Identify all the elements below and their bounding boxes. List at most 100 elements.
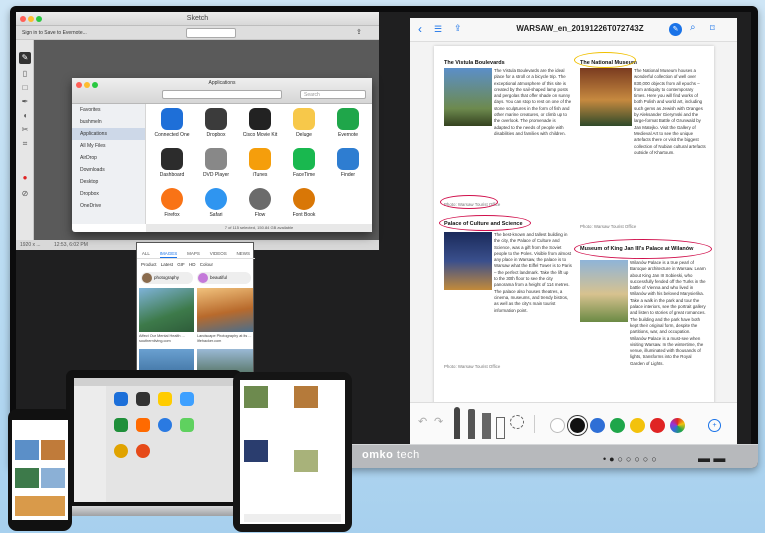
app-tile[interactable]: Cisco Movie Kit xyxy=(240,108,280,138)
ink-circle xyxy=(574,239,712,259)
search-filters[interactable]: Product Latest GIF HD Colour xyxy=(137,260,255,270)
app-icon xyxy=(249,148,271,170)
app-label: Firefox xyxy=(164,212,180,218)
ink-circle xyxy=(440,195,498,209)
app-tile[interactable]: Finder xyxy=(328,148,368,178)
evernote-signin-link[interactable]: Sign in to Save to Evernote... xyxy=(22,30,87,36)
bookmark-icon[interactable]: ⌑ xyxy=(710,23,715,34)
app-tile[interactable]: Dropbox xyxy=(196,108,236,138)
shape-tool-icon[interactable]: □ xyxy=(19,82,31,94)
app-tile[interactable]: iTunes xyxy=(240,148,280,178)
finder-sidebar-item[interactable]: bushmeln xyxy=(72,116,145,128)
color-swatch[interactable] xyxy=(590,418,605,433)
app-label: Dashboard xyxy=(159,172,185,178)
pencil-tool-icon[interactable]: ✎ xyxy=(19,52,31,64)
color-swatch[interactable] xyxy=(610,418,625,433)
chip-beautiful[interactable]: beautiful xyxy=(197,272,251,284)
app-tile[interactable]: Firefox xyxy=(152,188,192,218)
app-label: Font Book xyxy=(292,212,316,218)
image-result[interactable] xyxy=(197,288,253,332)
tab-images[interactable]: IMAGES xyxy=(159,249,178,258)
laptop-screen xyxy=(74,378,234,502)
share-icon[interactable]: ⇪ xyxy=(356,28,362,36)
eraser-icon[interactable] xyxy=(496,417,505,439)
close-icon[interactable] xyxy=(20,16,26,22)
audio-tool-icon[interactable]: ◖ xyxy=(19,110,31,122)
finder-search-input[interactable]: Search xyxy=(300,90,366,99)
drawing-tools-sidebar: ✎ ▯ □ ✒ ◖ ✂ ⌗ ● ⊘ xyxy=(16,40,34,250)
app-tile[interactable]: Font Book xyxy=(284,188,324,218)
photo-credit: Photo: Warsaw Tourist Office xyxy=(444,364,501,369)
app-label: Dropbox xyxy=(206,132,226,138)
annotation-toolbar: ↶ ↷ + xyxy=(410,402,737,444)
ink-circle-yellow xyxy=(574,52,636,68)
search-icon[interactable]: ⌕ xyxy=(690,22,696,33)
share-icon[interactable]: ⇪ xyxy=(454,23,462,34)
color-swatch[interactable] xyxy=(630,418,645,433)
color-swatch[interactable] xyxy=(650,418,665,433)
app-tile[interactable]: Connected One xyxy=(152,108,192,138)
more-icon[interactable]: + xyxy=(708,419,721,432)
tab-news[interactable]: NEWS xyxy=(237,249,251,258)
pen-tool-icon[interactable]: ✒ xyxy=(19,96,31,108)
back-icon[interactable]: ‹ xyxy=(418,22,422,36)
phone-image-result xyxy=(15,440,39,460)
finder-sidebar-item[interactable]: OneDrive xyxy=(72,200,145,212)
app-icon xyxy=(337,148,359,170)
finder-sidebar-item[interactable]: Downloads xyxy=(72,164,145,176)
app-tile[interactable]: Evernote xyxy=(328,108,368,138)
finder-sidebar-item[interactable]: AirDrop xyxy=(72,152,145,164)
app-label: Cisco Movie Kit xyxy=(242,132,278,138)
color-wheel-icon[interactable] xyxy=(670,418,685,433)
markup-icon[interactable]: ✎ xyxy=(669,23,682,36)
tab-maps[interactable]: MAPS xyxy=(187,249,200,258)
crop-icon[interactable]: ⌗ xyxy=(19,138,31,150)
app-tile[interactable]: FaceTime xyxy=(284,148,324,178)
app-tile[interactable]: Deluge xyxy=(284,108,324,138)
laptop-base xyxy=(52,506,258,516)
finder-sidebar-item[interactable]: Dropbox xyxy=(72,188,145,200)
chip-photography[interactable]: photography xyxy=(141,272,193,284)
color-swatch[interactable] xyxy=(570,418,585,433)
image-result[interactable] xyxy=(139,288,194,332)
app-tile[interactable]: Dashboard xyxy=(152,148,192,178)
record-icon[interactable]: ● xyxy=(19,172,31,184)
finder-sidebar-item[interactable]: Applications xyxy=(72,128,145,140)
zoom-icon[interactable] xyxy=(36,16,42,22)
eraser-tool-icon[interactable]: ▯ xyxy=(19,68,31,80)
minimize-icon[interactable] xyxy=(28,16,34,22)
undo-icon[interactable]: ↶ xyxy=(418,415,427,428)
tab-all[interactable]: ALL xyxy=(142,249,150,258)
pdf-viewer: ‹ ☰ ⇪ WARSAW_en_20191226T072743Z ✎ ⌕ ⌑ T… xyxy=(410,18,737,444)
doc-thumb-photo xyxy=(294,386,318,408)
list-icon[interactable]: ☰ xyxy=(434,24,442,35)
app-label: Deluge xyxy=(296,132,312,138)
zoom-dropdown[interactable] xyxy=(186,28,236,38)
finder-sidebar-item[interactable]: Desktop xyxy=(72,176,145,188)
lasso-icon[interactable] xyxy=(510,415,524,429)
marker-icon[interactable] xyxy=(468,409,475,439)
finder-sidebar-item[interactable]: All My Files xyxy=(72,140,145,152)
window-title-bar[interactable]: Sketch xyxy=(16,12,379,26)
color-swatch[interactable] xyxy=(550,418,565,433)
app-icon xyxy=(114,418,128,432)
finder-sidebar-item[interactable]: Favorites xyxy=(72,104,145,116)
app-tile[interactable]: DVD Player xyxy=(196,148,236,178)
finder-footer: 7 of 115 selected, 150.84 GB available xyxy=(146,224,372,232)
document-page: The Vistula Boulevards The Vistula Boule… xyxy=(434,46,714,422)
redo-icon[interactable]: ↷ xyxy=(434,415,443,428)
bezel-buttons[interactable]: •●○○○○○ xyxy=(603,454,660,464)
app-tile[interactable]: Safari xyxy=(196,188,236,218)
forbidden-icon[interactable]: ⊘ xyxy=(19,188,31,200)
app-icon xyxy=(293,148,315,170)
app-icon xyxy=(136,444,150,458)
tab-videos[interactable]: VIDEOS xyxy=(210,249,227,258)
finder-view-buttons[interactable] xyxy=(162,90,282,99)
highlighter-icon[interactable] xyxy=(482,413,491,439)
doc-thumb-photo xyxy=(294,450,318,472)
pen-icon[interactable] xyxy=(454,407,460,439)
laptop-sidebar xyxy=(74,386,106,502)
sketch-toolbar: Sign in to Save to Evernote... ⇪ xyxy=(16,26,379,40)
app-tile[interactable]: Flow xyxy=(240,188,280,218)
scissors-icon[interactable]: ✂ xyxy=(19,124,31,136)
